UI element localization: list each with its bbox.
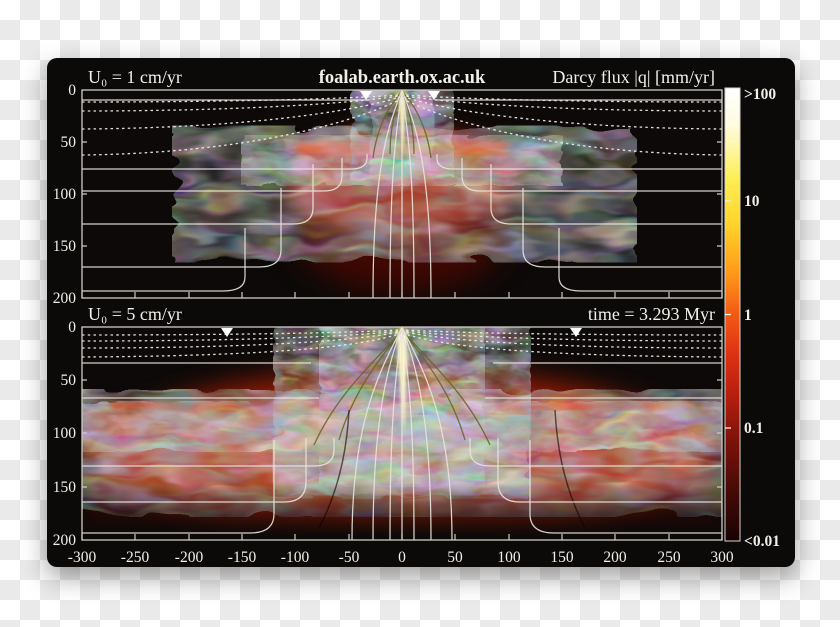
svg-text:150: 150 bbox=[53, 479, 77, 496]
y-axis-labels-top: 0 50 100 150 200 bbox=[53, 82, 77, 307]
colorbar-label-10: 10 bbox=[744, 193, 760, 210]
colorbar-label-1: 1 bbox=[744, 307, 752, 324]
svg-text:100: 100 bbox=[53, 425, 77, 442]
svg-text:-200: -200 bbox=[175, 549, 204, 566]
svg-text:50: 50 bbox=[61, 134, 77, 151]
svg-text:150: 150 bbox=[53, 238, 77, 255]
svg-text:300: 300 bbox=[710, 549, 734, 566]
time-label: time = 3.293 Myr bbox=[588, 304, 715, 324]
svg-text:200: 200 bbox=[53, 532, 77, 549]
svg-text:-50: -50 bbox=[339, 549, 360, 566]
colorbar-label-0p01: <0.01 bbox=[744, 533, 780, 550]
y-axis-labels-bottom: 0 50 100 150 200 bbox=[53, 319, 77, 549]
svg-text:200: 200 bbox=[603, 549, 627, 566]
svg-text:0: 0 bbox=[68, 319, 76, 336]
svg-text:0: 0 bbox=[68, 82, 76, 99]
svg-text:-100: -100 bbox=[281, 549, 310, 566]
spreading-rate-label-top: U₀ = 1 cm/yr bbox=[88, 67, 182, 87]
svg-text:100: 100 bbox=[53, 186, 77, 203]
svg-text:-150: -150 bbox=[228, 549, 257, 566]
bottom-panel-heatmap bbox=[82, 326, 722, 541]
colorbar: >100 10 1 0.1 <0.01 bbox=[725, 86, 780, 550]
svg-text:0: 0 bbox=[398, 549, 406, 566]
colorbar-label-100: >100 bbox=[744, 86, 776, 103]
svg-text:200: 200 bbox=[53, 290, 77, 307]
top-panel-heatmap bbox=[82, 89, 722, 298]
simulation-figure: >100 10 1 0.1 <0.01 U₀ = 1 cm/yr foalab.… bbox=[47, 58, 795, 567]
svg-text:50: 50 bbox=[447, 549, 463, 566]
svg-text:150: 150 bbox=[550, 549, 574, 566]
darcy-flux-plot: >100 10 1 0.1 <0.01 U₀ = 1 cm/yr foalab.… bbox=[47, 58, 795, 567]
colorbar-title: Darcy flux |q| [mm/yr] bbox=[552, 67, 715, 87]
x-axis-labels: -300 -250 -200 -150 -100 -50 0 50 100 15… bbox=[68, 549, 734, 566]
svg-text:-300: -300 bbox=[68, 549, 97, 566]
svg-text:250: 250 bbox=[657, 549, 681, 566]
svg-text:-250: -250 bbox=[121, 549, 150, 566]
svg-text:100: 100 bbox=[497, 549, 521, 566]
colorbar-label-0p1: 0.1 bbox=[744, 420, 763, 437]
spreading-rate-label-bottom: U₀ = 5 cm/yr bbox=[88, 304, 182, 324]
site-title: foalab.earth.ox.ac.uk bbox=[319, 68, 486, 88]
svg-text:50: 50 bbox=[61, 372, 77, 389]
